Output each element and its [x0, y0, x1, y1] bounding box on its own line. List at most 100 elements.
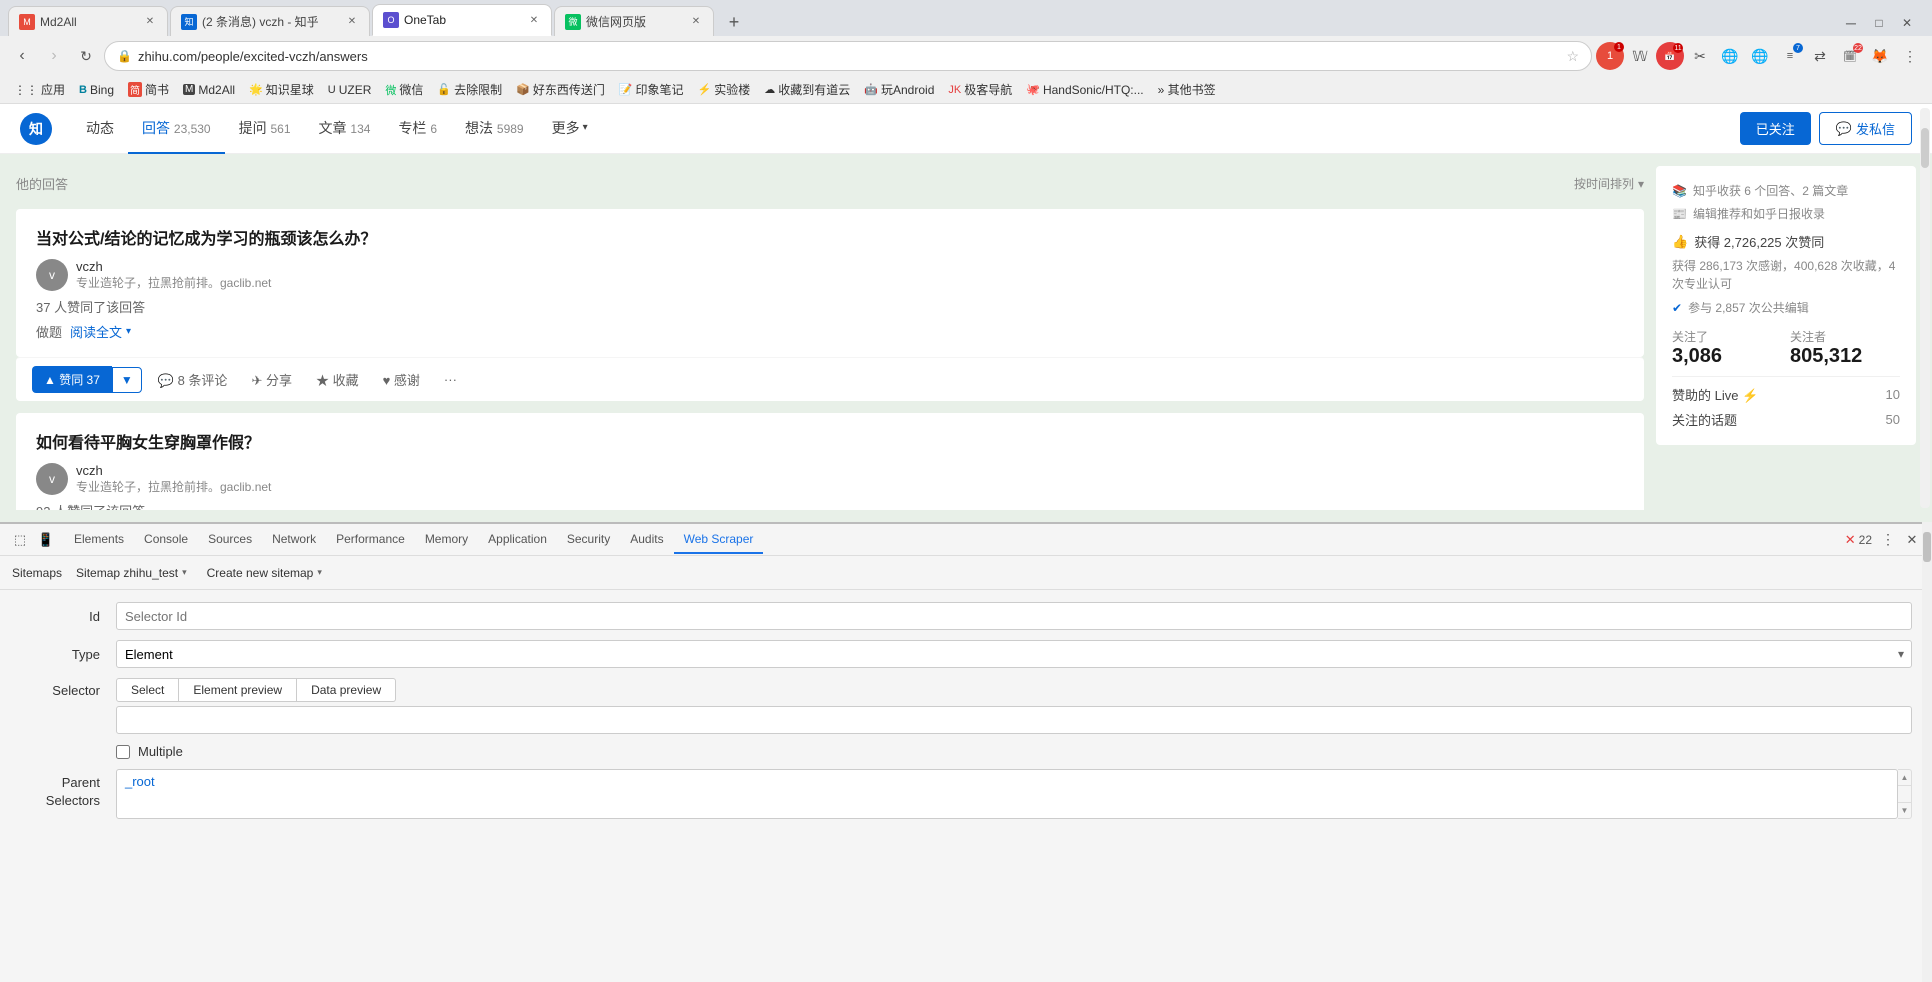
maximize-button[interactable]: □ — [1866, 10, 1892, 36]
username-1[interactable]: vczh — [76, 259, 271, 274]
element-preview-button[interactable]: Element preview — [179, 678, 297, 702]
ext-icon-8[interactable]: ⇄ — [1806, 42, 1834, 70]
answer-title-2[interactable]: 如何看待平胸女生穿胸罩作假？ — [36, 429, 1624, 453]
bookmark-bing[interactable]: BBing — [73, 81, 120, 99]
data-preview-button[interactable]: Data preview — [297, 678, 396, 702]
multiple-checkbox[interactable] — [116, 745, 130, 759]
ext-more-button[interactable]: ⋮ — [1896, 42, 1924, 70]
tab-close-zhihu[interactable]: ✕ — [345, 15, 359, 29]
follow-button[interactable]: 已关注 — [1740, 112, 1811, 145]
tab-audits[interactable]: Audits — [620, 526, 673, 554]
bookmark-jianshu[interactable]: 简简书 — [122, 79, 175, 100]
devtools-close-button[interactable]: ✕ — [1900, 528, 1924, 552]
answer-title-1[interactable]: 当对公式/结论的记忆成为学习的瓶颈该怎么办？ — [36, 225, 1624, 249]
ext-icon-3[interactable]: 📅11 — [1656, 42, 1684, 70]
tab-md2all[interactable]: M Md2All ✕ — [8, 6, 168, 36]
thanks-btn-1[interactable]: ♥ 感谢 — [375, 366, 428, 393]
forward-button[interactable]: › — [40, 42, 68, 70]
bookmark-youdao2[interactable]: ☁收藏到有道云 — [758, 79, 856, 100]
devtools-icon-inspect[interactable]: ⬚ — [8, 528, 32, 552]
nav-item-huida[interactable]: 回答 23,530 — [128, 104, 225, 154]
nav-item-xiangfa[interactable]: 想法 5989 — [451, 104, 538, 154]
sitemaps-label[interactable]: Sitemaps — [12, 566, 62, 580]
nav-item-more[interactable]: 更多 ▾ — [538, 104, 602, 154]
collect-btn-1[interactable]: ★ 收藏 — [308, 366, 367, 393]
bookmark-android[interactable]: 🤖玩Android — [858, 79, 940, 100]
ext-icon-1[interactable]: 11 — [1596, 42, 1624, 70]
read-more-1[interactable]: 阅读全文 — [70, 322, 122, 341]
bookmark-apps[interactable]: ⋮⋮ 应用 — [8, 79, 71, 100]
following-stat[interactable]: 关注了 3,086 — [1672, 328, 1782, 368]
ext-icon-10[interactable]: 🦊 — [1866, 42, 1894, 70]
url-star-icon[interactable]: ☆ — [1566, 48, 1579, 65]
devtools-more-button[interactable]: ⋮ — [1876, 528, 1900, 552]
parent-scrollbar[interactable]: ▲ ▼ — [1898, 769, 1912, 819]
bookmark-youdao[interactable]: 📝印象笔记 — [613, 79, 690, 100]
ext-icon-4[interactable]: ✂ — [1686, 42, 1714, 70]
tab-sources[interactable]: Sources — [198, 526, 262, 554]
ext-icon-2[interactable]: 𝕎 — [1626, 42, 1654, 70]
more-btn-1[interactable]: ··· — [436, 368, 465, 391]
bookmark-uzer[interactable]: UUZER — [322, 81, 378, 99]
devtools-icon-device[interactable]: 📱 — [34, 528, 58, 552]
parent-list[interactable]: _root — [116, 769, 1898, 819]
bookmark-remove[interactable]: 🔓去除限制 — [431, 79, 508, 100]
parent-list-item-root[interactable]: _root — [125, 774, 1889, 789]
selector-input[interactable] — [116, 706, 1912, 734]
nav-item-dongtai[interactable]: 动态 — [72, 104, 128, 154]
ext-icon-7[interactable]: ≡7 — [1776, 42, 1804, 70]
type-select[interactable]: Element Text Link Image Table — [116, 640, 1912, 668]
select-button[interactable]: Select — [116, 678, 179, 702]
scrollbar-down[interactable]: ▼ — [1898, 802, 1911, 818]
avatar-2[interactable]: v — [36, 463, 68, 495]
message-button[interactable]: 💬 发私信 — [1819, 112, 1912, 145]
bookmark-wechat[interactable]: 微微信 — [379, 79, 429, 100]
reload-button[interactable]: ↻ — [72, 42, 100, 70]
comment-btn-1[interactable]: 💬 8 条评论 — [150, 366, 236, 393]
devtools-scrollbar[interactable] — [1922, 522, 1932, 982]
back-button[interactable]: ‹ — [8, 42, 36, 70]
bookmark-more[interactable]: » 其他书签 — [1152, 79, 1222, 100]
bookmark-md2all[interactable]: MMd2All — [177, 81, 241, 99]
page-scrollbar[interactable] — [1920, 154, 1930, 508]
error-count-badge[interactable]: ✕ 22 — [1845, 532, 1872, 548]
vote-up-btn-1[interactable]: ▲ 赞同 37 ▼ — [32, 366, 142, 393]
tab-memory[interactable]: Memory — [415, 526, 478, 554]
bookmark-lab[interactable]: ⚡实验楼 — [692, 79, 757, 100]
tab-wechat[interactable]: 微 微信网页版 ✕ — [554, 6, 714, 36]
bookmark-zsxq[interactable]: 🌟知识星球 — [243, 79, 320, 100]
zhihu-logo[interactable]: 知 — [20, 113, 52, 145]
followers-stat[interactable]: 关注者 805,312 — [1790, 328, 1900, 368]
url-bar[interactable]: 🔒 zhihu.com/people/excited-vczh/answers … — [104, 41, 1592, 71]
tab-close-onetab[interactable]: ✕ — [527, 13, 541, 27]
tab-close-wechat[interactable]: ✕ — [689, 15, 703, 29]
sitemap-test-dropdown[interactable]: Sitemap zhihu_test ▾ — [70, 564, 193, 582]
create-sitemap-dropdown[interactable]: Create new sitemap ▾ — [201, 564, 328, 582]
bookmark-github[interactable]: 🐙HandSonic/HTQ:... — [1020, 81, 1149, 99]
bookmark-geek[interactable]: JK极客导航 — [942, 79, 1018, 100]
ext-icon-9[interactable]: 🗓22 — [1836, 42, 1864, 70]
nav-item-wenzhang[interactable]: 文章 134 — [305, 104, 385, 154]
tab-elements[interactable]: Elements — [64, 526, 134, 554]
username-2[interactable]: vczh — [76, 463, 271, 478]
ext-icon-6[interactable]: 🌐 — [1746, 42, 1774, 70]
tab-onetab[interactable]: O OneTab ✕ — [372, 4, 552, 36]
tab-security[interactable]: Security — [557, 526, 620, 554]
avatar-1[interactable]: v — [36, 259, 68, 291]
tab-zhihu[interactable]: 知 (2 条消息) vczh - 知乎 ✕ — [170, 6, 370, 36]
nav-item-zhuanlan[interactable]: 专栏 6 — [384, 104, 451, 154]
share-btn-1[interactable]: ✈ 分享 — [243, 366, 300, 393]
bookmark-transfer[interactable]: 📦好东西传送门 — [510, 79, 611, 100]
tab-network[interactable]: Network — [262, 526, 326, 554]
scrollbar-up[interactable]: ▲ — [1898, 770, 1911, 786]
tab-application[interactable]: Application — [478, 526, 557, 554]
tab-performance[interactable]: Performance — [326, 526, 415, 554]
minimize-button[interactable]: ─ — [1838, 10, 1864, 36]
sort-button[interactable]: 按时间排列 ▾ — [1574, 175, 1644, 192]
nav-item-tiwen[interactable]: 提问 561 — [225, 104, 305, 154]
tab-console[interactable]: Console — [134, 526, 198, 554]
close-button[interactable]: ✕ — [1894, 10, 1920, 36]
new-tab-button[interactable]: + — [720, 8, 748, 36]
tab-webscraper[interactable]: Web Scraper — [674, 526, 764, 554]
ext-icon-5[interactable]: 🌐 — [1716, 42, 1744, 70]
